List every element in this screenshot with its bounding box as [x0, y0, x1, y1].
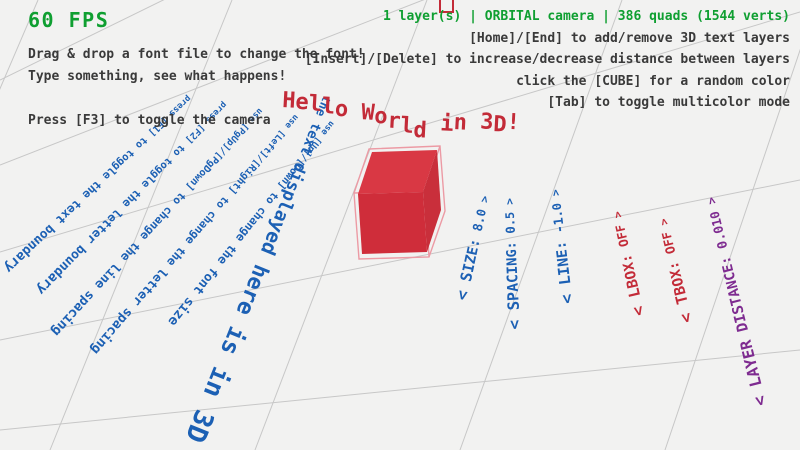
- cube[interactable]: [354, 146, 445, 259]
- hint-multicolor-mode: [Tab] to toggle multicolor mode: [305, 92, 790, 114]
- app-window: press [F1] to toggle the text boundary p…: [0, 0, 800, 450]
- hint-layer-distance: [Insert]/[Delete] to increase/decrease d…: [305, 49, 790, 71]
- hint-cube-random-color: click the [CUBE] for a random color: [305, 71, 790, 93]
- hud-right-panel: 1 layer(s) | ORBITAL camera | 386 quads …: [305, 6, 790, 114]
- hint-add-remove-layers: [Home]/[End] to add/remove 3D text layer…: [305, 28, 790, 50]
- fps-counter: 60 FPS: [28, 8, 109, 32]
- status-bar: 1 layer(s) | ORBITAL camera | 386 quads …: [305, 6, 790, 28]
- cube-solid: [358, 150, 441, 254]
